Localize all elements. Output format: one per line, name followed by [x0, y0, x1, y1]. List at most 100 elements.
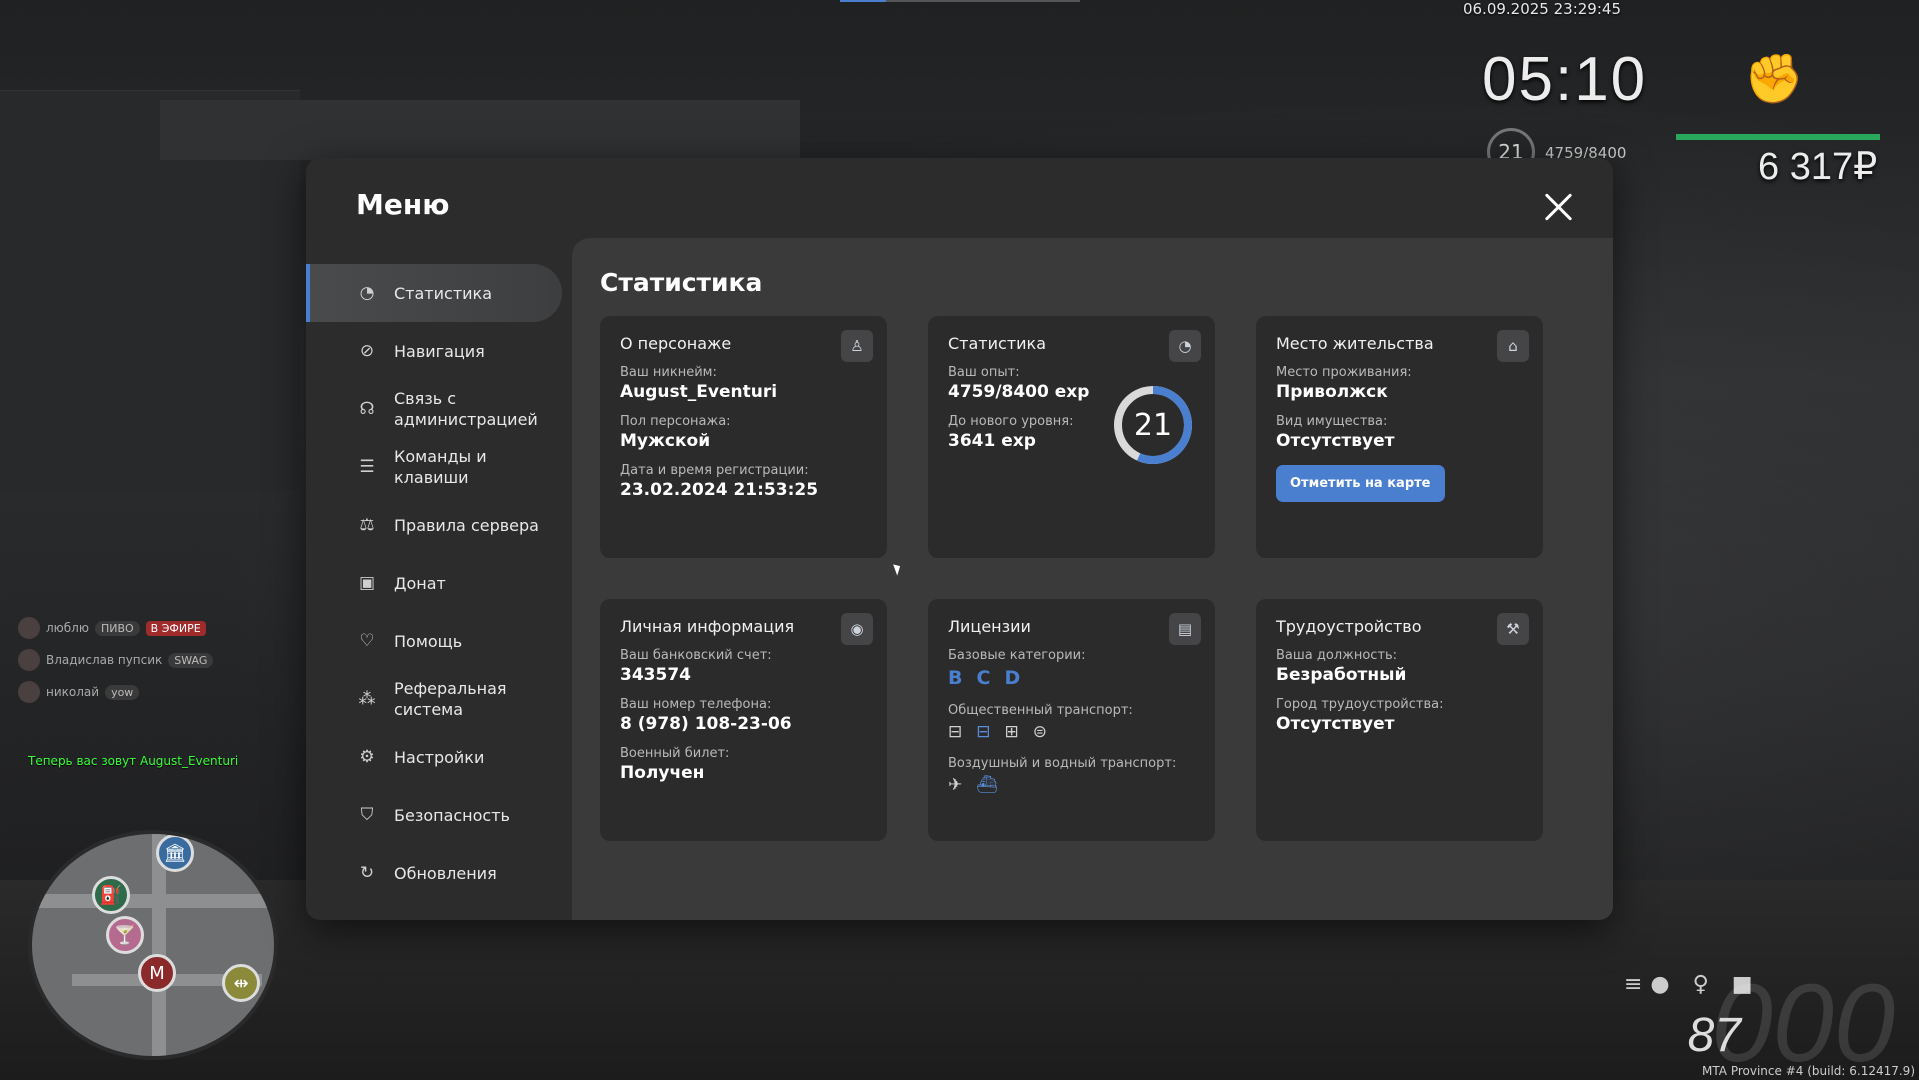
field-label: Вид имущества: — [1276, 414, 1388, 429]
hud-datetime: 06.09.2025 23:29:45 — [1462, 0, 1621, 18]
field-label: Ваш банковский счет: — [620, 648, 772, 663]
stats-card: Статистика ◔ Ваш опыт: 4759/8400 exp До … — [928, 316, 1215, 558]
card-title: О персонаже — [620, 334, 732, 353]
health-bar — [1676, 134, 1880, 140]
build-info: MTA Province #4 (build: 6.12417.9) — [1702, 1064, 1915, 1078]
chat-name: Владислав пупсик — [46, 653, 163, 667]
field-label: Ваша должность: — [1276, 648, 1398, 663]
gear-icon: ⚙ — [359, 747, 375, 767]
field-label: Общественный транспорт: — [948, 703, 1133, 718]
sidebar-item-label: Навигация — [394, 341, 485, 361]
scales-icon: ⚖ — [359, 515, 375, 535]
bar-map-icon: 🍸 — [106, 916, 144, 954]
licenses-card: Лицензии ▤ Базовые категории: B C D Обще… — [928, 599, 1215, 841]
sidebar-item-commands[interactable]: ☰ Команды и клавиши — [306, 438, 562, 496]
residence-value: Приволжск — [1276, 382, 1388, 402]
field-label: Воздушный и водный транспорт: — [948, 756, 1177, 771]
top-progress-bar — [840, 0, 1080, 2]
chat-name: люблю — [46, 621, 89, 635]
menu-title: Меню — [356, 188, 450, 221]
property-value: Отсутствует — [1276, 431, 1395, 451]
plane-icon: ✈ — [948, 775, 963, 795]
user-icon: ♙ — [841, 330, 873, 362]
mark-on-map-button[interactable]: Отметить на карте — [1276, 465, 1445, 502]
card-title: Место жительства — [1276, 334, 1434, 353]
chat-system-message: Теперь вас зовут August_Eventuri — [28, 754, 239, 768]
cards-grid: О персонаже ♙ Ваш никнейм: August_Eventu… — [600, 316, 1543, 841]
sidebar-item-navigation[interactable]: ⊘ Навигация — [306, 322, 562, 380]
id-card-icon: ▤ — [1169, 613, 1201, 645]
pie-chart-icon: ◔ — [1169, 330, 1201, 362]
sidebar: ◔ Статистика ⊘ Навигация ☊ Связь с админ… — [306, 264, 562, 902]
sidebar-item-label: Помощь — [394, 631, 463, 651]
shield-icon: ⛉ — [360, 805, 374, 825]
sidebar-item-security[interactable]: ⛉ Безопасность — [306, 786, 562, 844]
level-number: 21 — [1133, 407, 1173, 443]
chat-row: николай yow — [18, 676, 213, 708]
wallet-icon: ▣ — [358, 573, 376, 593]
metro-icon: ⊜ — [1032, 722, 1047, 742]
card-title: Статистика — [948, 334, 1046, 353]
avatar — [18, 681, 40, 703]
sidebar-item-label: Донат — [394, 573, 446, 593]
employment-card: Трудоустройство ⚒ Ваша должность: Безраб… — [1256, 599, 1543, 841]
list-icon: ☰ — [359, 457, 375, 477]
sidebar-item-statistics[interactable]: ◔ Статистика — [306, 264, 562, 322]
character-card: О персонаже ♙ Ваш никнейм: August_Eventu… — [600, 316, 887, 558]
user-circle-icon: ◉ — [841, 613, 873, 645]
headset-icon: ☊ — [359, 399, 375, 419]
heart-hand-icon: ♡ — [359, 631, 375, 651]
gym-map-icon: ⇹ — [222, 964, 260, 1002]
chat-tag: yow — [105, 684, 140, 700]
residence-card: Место жительства ⌂ Место проживания: При… — [1256, 316, 1543, 558]
public-transport-icons: ⊟ ⊟ ⊞ ⊜ — [948, 722, 1195, 742]
sidebar-item-referral[interactable]: ⁂ Реферальная система — [306, 670, 562, 728]
sidebar-item-admin-contact[interactable]: ☊ Связь с администрацией — [306, 380, 562, 438]
tram-icon: ⊞ — [1004, 722, 1019, 742]
field-label: Базовые категории: — [948, 648, 1086, 663]
gender-value: Мужской — [620, 431, 711, 451]
menu-window: Меню ◔ Статистика ⊘ Навигация ☊ Связь с … — [306, 158, 1613, 920]
sidebar-item-label: Статистика — [394, 283, 492, 303]
chat-feed: люблю ПИВО В ЭФИРЕ Владислав пупсик SWAG… — [18, 612, 214, 708]
license-category: B — [948, 667, 963, 689]
sidebar-item-donate[interactable]: ▣ Донат — [306, 554, 562, 612]
air-water-transport-icons: ✈ ⛴ — [948, 775, 1195, 795]
close-icon[interactable] — [1543, 192, 1573, 222]
card-title: Лицензии — [948, 617, 1031, 636]
hammer-icon: ⚒ — [1497, 613, 1529, 645]
sidebar-item-label: Реферальная система — [394, 679, 507, 719]
sidebar-item-rules[interactable]: ⚖ Правила сервера — [306, 496, 562, 554]
position-value: Безработный — [1276, 665, 1407, 685]
phone-value: 8 (978) 108-23-06 — [620, 714, 792, 734]
avatar — [18, 617, 40, 639]
sidebar-item-label: Связь с администрацией — [394, 389, 538, 429]
metro-map-icon: M — [138, 954, 176, 992]
sidebar-item-updates[interactable]: ↻ Обновления — [306, 844, 562, 902]
registration-value: 23.02.2024 21:53:25 — [620, 480, 819, 500]
referral-icon: ⁂ — [358, 689, 376, 709]
card-title: Личная информация — [620, 617, 795, 636]
chat-row: Владислав пупсик SWAG — [18, 644, 214, 676]
sidebar-item-settings[interactable]: ⚙ Настройки — [306, 728, 562, 786]
field-label: Военный билет: — [620, 746, 730, 761]
license-category: D — [1004, 667, 1021, 689]
chat-name: николай — [46, 685, 100, 699]
sidebar-item-label: Команды и клавиши — [394, 447, 487, 487]
license-category: C — [976, 667, 991, 689]
nickname-value: August_Eventuri — [620, 382, 778, 402]
employment-city-value: Отсутствует — [1276, 714, 1395, 734]
compass-icon: ⊘ — [359, 341, 375, 361]
personal-info-card: Личная информация ◉ Ваш банковский счет:… — [600, 599, 887, 841]
bank-map-icon: 🏛 — [156, 834, 194, 872]
field-label: Ваш номер телефона: — [620, 697, 772, 712]
field-label: Дата и время регистрации: — [620, 463, 809, 478]
boat-icon: ⛴ — [976, 775, 998, 795]
sidebar-item-help[interactable]: ♡ Помощь — [306, 612, 562, 670]
home-icon: ⌂ — [1497, 330, 1529, 362]
chat-tag: SWAG — [168, 652, 214, 668]
license-categories: B C D — [948, 667, 1195, 689]
field-label: Пол персонажа: — [620, 414, 731, 429]
sidebar-item-label: Правила сервера — [394, 515, 539, 535]
bus-icon: ⊟ — [948, 722, 963, 742]
